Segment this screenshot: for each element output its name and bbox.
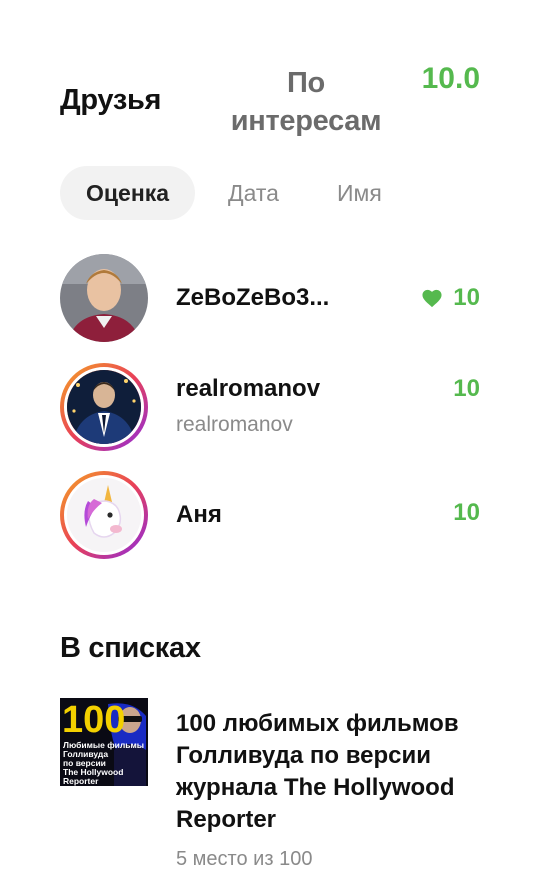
- sort-by-date[interactable]: Дата: [228, 166, 279, 220]
- list-cover-image[interactable]: 100 Любимые фильмы Голливуда по версии T…: [60, 698, 148, 786]
- average-score: 10.0: [421, 62, 480, 95]
- cover-number: 100: [62, 699, 125, 741]
- friend-score-value: 10: [453, 375, 480, 402]
- cover-line: Reporter: [63, 776, 99, 786]
- tab-interests-line2: интересам: [230, 105, 382, 137]
- sort-by-rating[interactable]: Оценка: [60, 166, 196, 220]
- avatar[interactable]: [60, 363, 148, 451]
- tab-interests[interactable]: По интересам: [218, 64, 394, 140]
- friend-score-value: 10: [453, 284, 480, 311]
- avatar-photo: [60, 254, 148, 342]
- avatar[interactable]: [60, 471, 148, 559]
- lists-section-title: В списках: [60, 632, 201, 664]
- friend-name[interactable]: Аня: [176, 501, 222, 529]
- friends-ratings-screen: Друзья По интересам 10.0 Оценка Дата Имя…: [0, 0, 552, 883]
- friend-name[interactable]: realromanov: [176, 375, 320, 403]
- friend-score: 10: [453, 375, 480, 403]
- sort-by-name[interactable]: Имя: [337, 166, 382, 220]
- friend-name[interactable]: ZeBoZeBo3...: [176, 284, 329, 312]
- friend-row[interactable]: Аня 10: [60, 471, 480, 561]
- avatar-photo: [64, 367, 144, 447]
- list-position: 5 место из 100: [176, 848, 313, 870]
- avatar[interactable]: [60, 254, 148, 342]
- friend-score: 10: [453, 499, 480, 527]
- friend-score: 10: [421, 284, 480, 312]
- friend-score-value: 10: [453, 499, 480, 526]
- header: Друзья По интересам 10.0: [0, 0, 552, 150]
- heart-icon: [421, 288, 443, 308]
- unicorn-icon: [64, 475, 144, 555]
- list-title[interactable]: 100 любимых фильмов Голливуда по версии …: [176, 708, 506, 836]
- tab-friends[interactable]: Друзья: [60, 84, 161, 117]
- list-item[interactable]: 100 Любимые фильмы Голливуда по версии T…: [60, 698, 500, 878]
- tab-interests-line1: По: [287, 67, 325, 99]
- friend-row[interactable]: realromanov realromanov 10: [60, 363, 480, 453]
- friend-handle: realromanov: [176, 413, 293, 436]
- friend-row[interactable]: ZeBoZeBo3... 10: [60, 254, 480, 344]
